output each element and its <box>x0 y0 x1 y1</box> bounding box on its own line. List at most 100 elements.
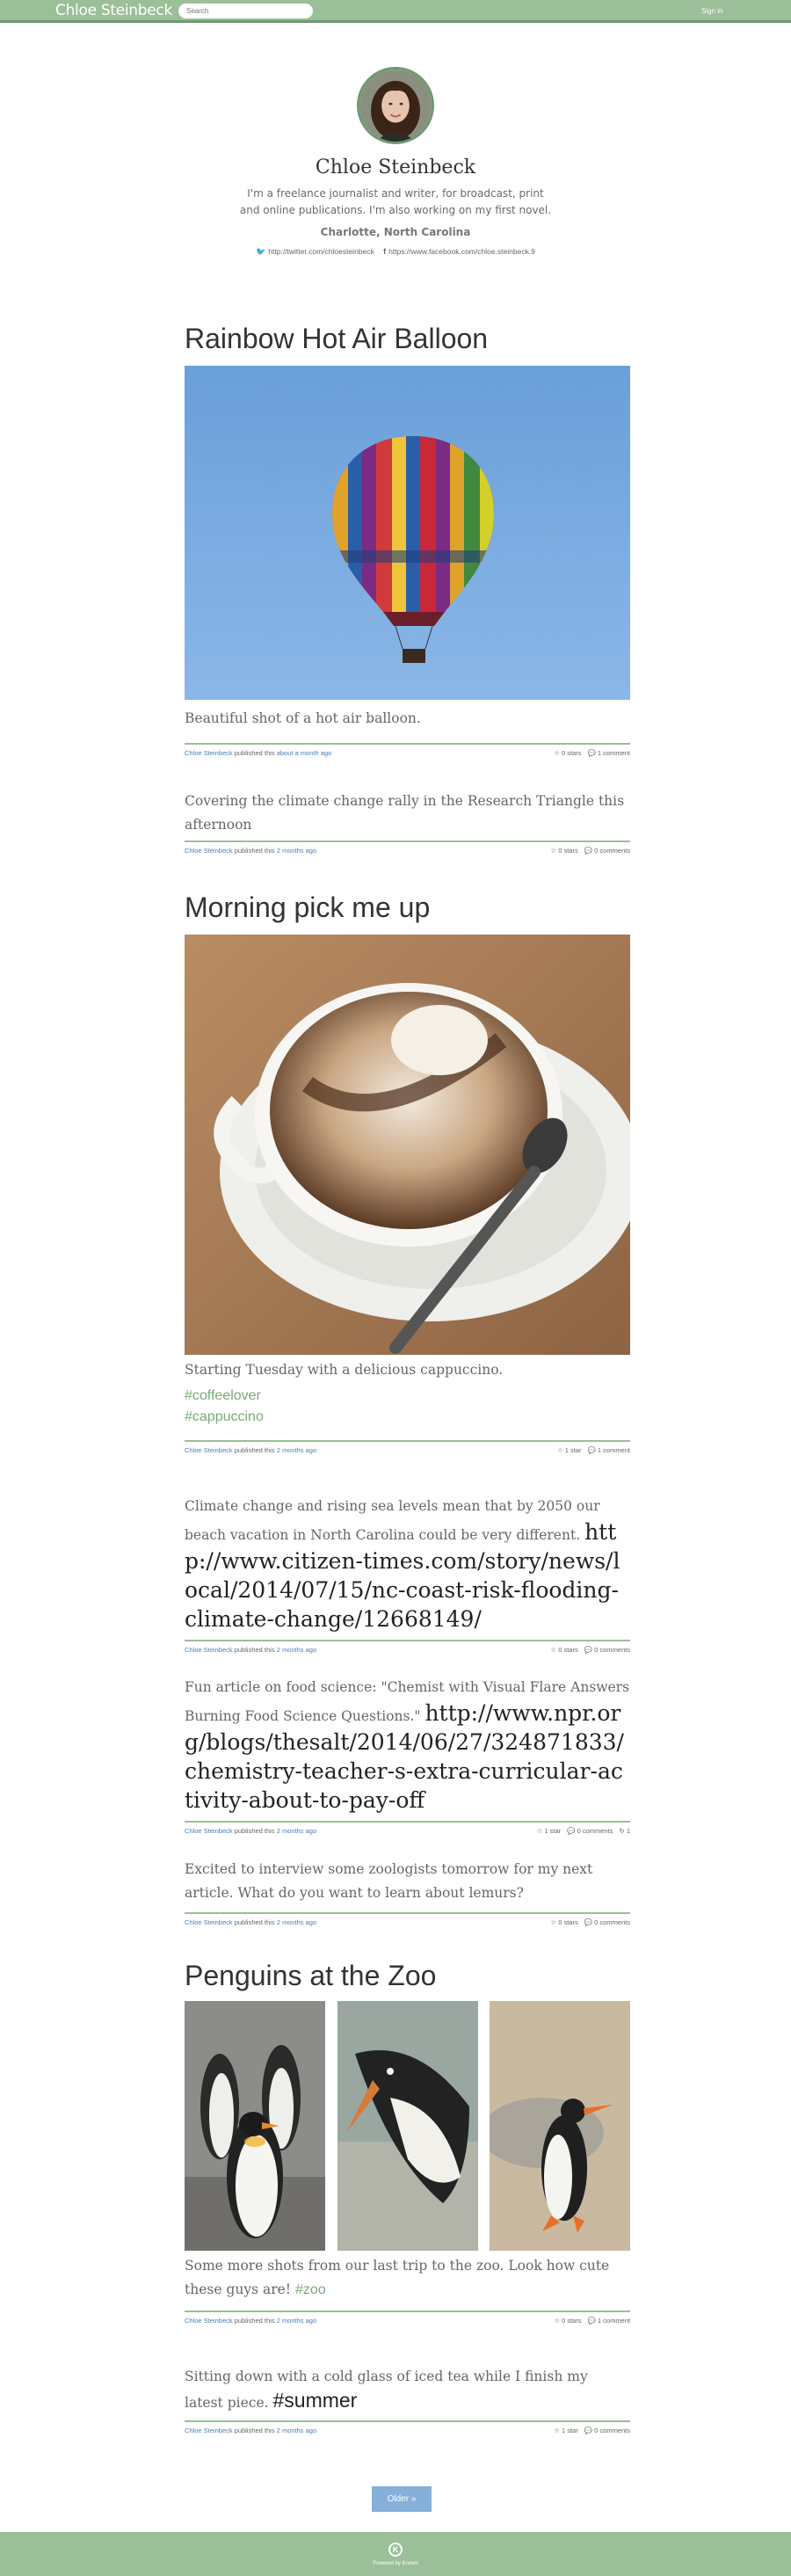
stars-count[interactable]: 0 stars <box>558 1646 578 1654</box>
star-icon[interactable]: ☆ <box>554 749 560 757</box>
post-meta: Chloe Steinbeck published this 2 months … <box>185 1640 630 1657</box>
twitter-link[interactable]: http://twitter.com/chloesteinbeck <box>268 247 374 256</box>
hashtag-link[interactable]: #coffeelover <box>185 1386 630 1407</box>
site-brand[interactable]: Chloe Steinbeck <box>55 2 172 19</box>
hashtag-link[interactable]: #zoo <box>295 2282 326 2297</box>
post-time[interactable]: 2 months ago <box>277 1446 316 1454</box>
post-title[interactable]: Penguins at the Zoo <box>185 1959 630 1992</box>
post-time[interactable]: 2 months ago <box>277 2317 316 2325</box>
stars-count[interactable]: 0 stars <box>558 1918 578 1926</box>
stars-count[interactable]: 0 stars <box>558 847 578 855</box>
profile-location: Charlotte, North Carolina <box>320 226 471 238</box>
post-status-food-science: Fun article on food science: "Chemist wi… <box>185 1676 630 1838</box>
post-body: Climate change and rising sea levels mea… <box>185 1498 620 1632</box>
post-coffee: Morning pick me up Starting Tuesday with… <box>185 891 630 1458</box>
post-meta: Chloe Steinbeck published this 2 months … <box>185 2310 630 2328</box>
post-status-iced-tea: Sitting down with a cold glass of iced t… <box>185 2365 630 2438</box>
star-icon[interactable]: ☆ <box>537 1827 543 1835</box>
author-link[interactable]: Chloe Steinbeck <box>185 749 233 757</box>
sign-in-link[interactable]: Sign in <box>701 7 722 15</box>
author-link[interactable]: Chloe Steinbeck <box>185 1827 233 1835</box>
reposts-count[interactable]: 1 <box>627 1827 630 1835</box>
top-navbar: Chloe Steinbeck Sign in <box>0 0 791 23</box>
post-body: Some more shots from our last trip to th… <box>185 2258 610 2297</box>
balloon-photo[interactable] <box>185 366 630 700</box>
post-balloon: Rainbow Hot Air Balloon Beautiful shot o… <box>185 322 630 760</box>
post-body: Starting Tuesday with a delicious cappuc… <box>185 1362 504 1378</box>
comments-count[interactable]: 1 comment <box>598 2317 630 2325</box>
post-body: Excited to interview some zoologists tom… <box>185 1861 593 1901</box>
comments-count[interactable]: 0 comments <box>594 2427 630 2434</box>
author-link[interactable]: Chloe Steinbeck <box>185 1446 233 1454</box>
author-link[interactable]: Chloe Steinbeck <box>185 2317 233 2325</box>
author-link[interactable]: Chloe Steinbeck <box>185 2427 233 2434</box>
comments-count[interactable]: 1 comment <box>598 749 630 757</box>
powered-by-text[interactable]: Powered by Known <box>0 2561 791 2566</box>
stars-count[interactable]: 0 stars <box>562 749 582 757</box>
social-links: 🐦 http://twitter.com/chloesteinbeck f http… <box>0 247 791 257</box>
star-icon[interactable]: ☆ <box>550 1646 556 1654</box>
cappuccino-photo[interactable] <box>185 935 630 1355</box>
post-body: Fun article on food science: "Chemist wi… <box>185 1679 630 1813</box>
repost-icon[interactable]: ↻ <box>620 1827 625 1835</box>
comment-icon[interactable]: 💬 <box>588 2317 596 2325</box>
stars-count[interactable]: 1 star <box>562 2427 578 2434</box>
penguin-photo[interactable] <box>337 2001 478 2251</box>
star-icon[interactable]: ☆ <box>557 1446 563 1454</box>
penguin-photo[interactable] <box>490 2001 630 2251</box>
post-body: Sitting down with a cold glass of iced t… <box>185 2369 588 2412</box>
post-time[interactable]: 2 months ago <box>277 2427 316 2434</box>
star-icon[interactable]: ☆ <box>554 2317 560 2325</box>
avatar[interactable] <box>357 67 434 144</box>
profile-bio: I'm a freelance journalist and writer, f… <box>239 187 552 216</box>
post-status-lemurs: Excited to interview some zoologists tom… <box>185 1858 630 1930</box>
star-icon[interactable]: ☆ <box>550 1918 556 1926</box>
post-time[interactable]: 2 months ago <box>277 847 316 855</box>
star-icon[interactable]: ☆ <box>554 2427 560 2434</box>
star-icon[interactable]: ☆ <box>550 847 556 855</box>
facebook-icon: f <box>383 247 387 256</box>
penguin-photo[interactable] <box>185 2001 325 2251</box>
post-title[interactable]: Rainbow Hot Air Balloon <box>185 322 630 355</box>
author-link[interactable]: Chloe Steinbeck <box>185 1646 233 1654</box>
post-body: Covering the climate change rally in the… <box>185 793 625 833</box>
post-meta: Chloe Steinbeck published this 2 months … <box>185 1821 630 1838</box>
comment-icon[interactable]: 💬 <box>584 847 592 855</box>
comment-icon[interactable]: 💬 <box>588 1446 596 1454</box>
post-meta: Chloe Steinbeck published this about a m… <box>185 743 630 760</box>
author-link[interactable]: Chloe Steinbeck <box>185 1918 233 1926</box>
comment-icon[interactable]: 💬 <box>584 1646 592 1654</box>
comment-icon[interactable]: 💬 <box>588 749 596 757</box>
post-meta: Chloe Steinbeck published this 2 months … <box>185 1912 630 1930</box>
author-link[interactable]: Chloe Steinbeck <box>185 847 233 855</box>
hashtag-link[interactable]: #summer <box>272 2389 357 2412</box>
post-time[interactable]: 2 months ago <box>277 1827 316 1835</box>
post-time[interactable]: about a month ago <box>277 749 332 757</box>
comments-count[interactable]: 1 comment <box>598 1446 630 1454</box>
post-meta: Chloe Steinbeck published this 2 months … <box>185 1440 630 1458</box>
comment-icon[interactable]: 💬 <box>584 1918 592 1926</box>
profile-section: Chloe Steinbeck I'm a freelance journali… <box>0 67 791 257</box>
stars-count[interactable]: 1 star <box>544 1827 561 1835</box>
comments-count[interactable]: 0 comments <box>577 1827 613 1835</box>
known-logo-icon[interactable]: K <box>388 2543 403 2557</box>
stars-count[interactable]: 1 star <box>565 1446 582 1454</box>
comments-count[interactable]: 0 comments <box>594 1918 630 1926</box>
post-time[interactable]: 2 months ago <box>277 1918 316 1926</box>
post-title[interactable]: Morning pick me up <box>185 891 630 924</box>
post-body: Beautiful shot of a hot air balloon. <box>185 710 421 726</box>
comment-icon[interactable]: 💬 <box>567 1827 575 1835</box>
comment-icon[interactable]: 💬 <box>584 2427 592 2434</box>
twitter-icon: 🐦 <box>256 247 266 256</box>
comments-count[interactable]: 0 comments <box>594 1646 630 1654</box>
hashtag-link[interactable]: #cappuccino <box>185 1407 630 1428</box>
facebook-link[interactable]: https://www.facebook.com/chloe.steinbeck… <box>388 247 535 256</box>
post-time[interactable]: 2 months ago <box>277 1646 316 1654</box>
footer: K Powered by Known <box>0 2532 791 2576</box>
comments-count[interactable]: 0 comments <box>594 847 630 855</box>
search-input[interactable] <box>178 4 313 18</box>
stars-count[interactable]: 0 stars <box>562 2317 582 2325</box>
older-posts-button[interactable]: Older » <box>372 2486 432 2512</box>
post-penguins: Penguins at the Zoo Some more shots from… <box>185 1959 630 2328</box>
photo-gallery <box>185 2001 630 2251</box>
